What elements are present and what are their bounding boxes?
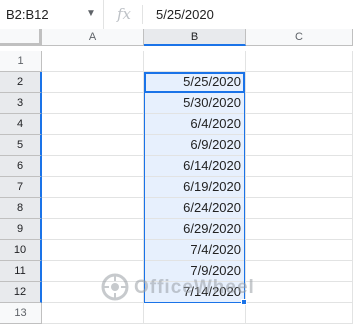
cell-b4[interactable]: 6/4/2020	[144, 114, 246, 135]
cell-a9[interactable]	[42, 219, 144, 240]
chevron-down-icon[interactable]: ▼	[86, 8, 96, 19]
cell-c3[interactable]	[246, 93, 353, 114]
cell-b2[interactable]: 5/25/2020	[144, 72, 246, 93]
cell-c12[interactable]	[246, 282, 353, 303]
row-header-6[interactable]: 6	[0, 156, 42, 177]
cell-c7[interactable]	[246, 177, 353, 198]
cell-b5[interactable]: 6/9/2020	[144, 135, 246, 156]
name-box[interactable]: B2:B12 ▼	[0, 0, 104, 29]
cell-a11[interactable]	[42, 261, 144, 282]
name-box-value: B2:B12	[6, 7, 49, 22]
spreadsheet-grid: A B C 1 2 5/25/2020 3 5/30/2020 4 6/4/2020 5 6/9…	[0, 29, 353, 325]
fill-handle[interactable]	[241, 299, 247, 305]
cell-b12[interactable]: 7/14/2020	[144, 282, 246, 303]
row-header-2[interactable]: 2	[0, 72, 42, 93]
column-header-a[interactable]: A	[42, 29, 144, 46]
cell-b1[interactable]	[144, 51, 246, 72]
row-header-9[interactable]: 9	[0, 219, 42, 240]
cell-a1[interactable]	[42, 51, 144, 72]
cell-c11[interactable]	[246, 261, 353, 282]
row-header-7[interactable]: 7	[0, 177, 42, 198]
cell-c10[interactable]	[246, 240, 353, 261]
cell-c5[interactable]	[246, 135, 353, 156]
cell-b6[interactable]: 6/14/2020	[144, 156, 246, 177]
column-header-c[interactable]: C	[246, 29, 353, 46]
cell-a8[interactable]	[42, 198, 144, 219]
row-header-5[interactable]: 5	[0, 135, 42, 156]
cell-b11[interactable]: 7/9/2020	[144, 261, 246, 282]
row-header-8[interactable]: 8	[0, 198, 42, 219]
cell-b7[interactable]: 6/19/2020	[144, 177, 246, 198]
cell-c9[interactable]	[246, 219, 353, 240]
cell-a13[interactable]	[42, 303, 144, 324]
cell-b13[interactable]	[144, 303, 246, 324]
cell-a7[interactable]	[42, 177, 144, 198]
cell-a2[interactable]	[42, 72, 144, 93]
cell-c6[interactable]	[246, 156, 353, 177]
cell-b9[interactable]: 6/29/2020	[144, 219, 246, 240]
formula-divider	[142, 5, 143, 24]
cell-c1[interactable]	[246, 51, 353, 72]
cell-a3[interactable]	[42, 93, 144, 114]
cell-c2[interactable]	[246, 72, 353, 93]
formula-bar-area: B2:B12 ▼ fx 5/25/2020	[0, 0, 353, 30]
row-header-12[interactable]: 12	[0, 282, 42, 303]
fx-icon: fx	[116, 5, 131, 23]
cell-a10[interactable]	[42, 240, 144, 261]
cell-a12[interactable]	[42, 282, 144, 303]
cell-a4[interactable]	[42, 114, 144, 135]
row-header-3[interactable]: 3	[0, 93, 42, 114]
formula-input[interactable]: 5/25/2020	[156, 7, 214, 22]
row-header-13[interactable]: 13	[0, 303, 42, 324]
cell-c8[interactable]	[246, 198, 353, 219]
select-all-corner[interactable]	[0, 29, 42, 46]
cell-b3[interactable]: 5/30/2020	[144, 93, 246, 114]
cell-a5[interactable]	[42, 135, 144, 156]
row-header-11[interactable]: 11	[0, 261, 42, 282]
cell-b8[interactable]: 6/24/2020	[144, 198, 246, 219]
column-header-b[interactable]: B	[144, 29, 246, 46]
cell-b10[interactable]: 7/4/2020	[144, 240, 246, 261]
cell-a6[interactable]	[42, 156, 144, 177]
row-header-1[interactable]: 1	[0, 51, 42, 72]
row-header-10[interactable]: 10	[0, 240, 42, 261]
row-header-4[interactable]: 4	[0, 114, 42, 135]
cell-c13[interactable]	[246, 303, 353, 324]
cell-c4[interactable]	[246, 114, 353, 135]
